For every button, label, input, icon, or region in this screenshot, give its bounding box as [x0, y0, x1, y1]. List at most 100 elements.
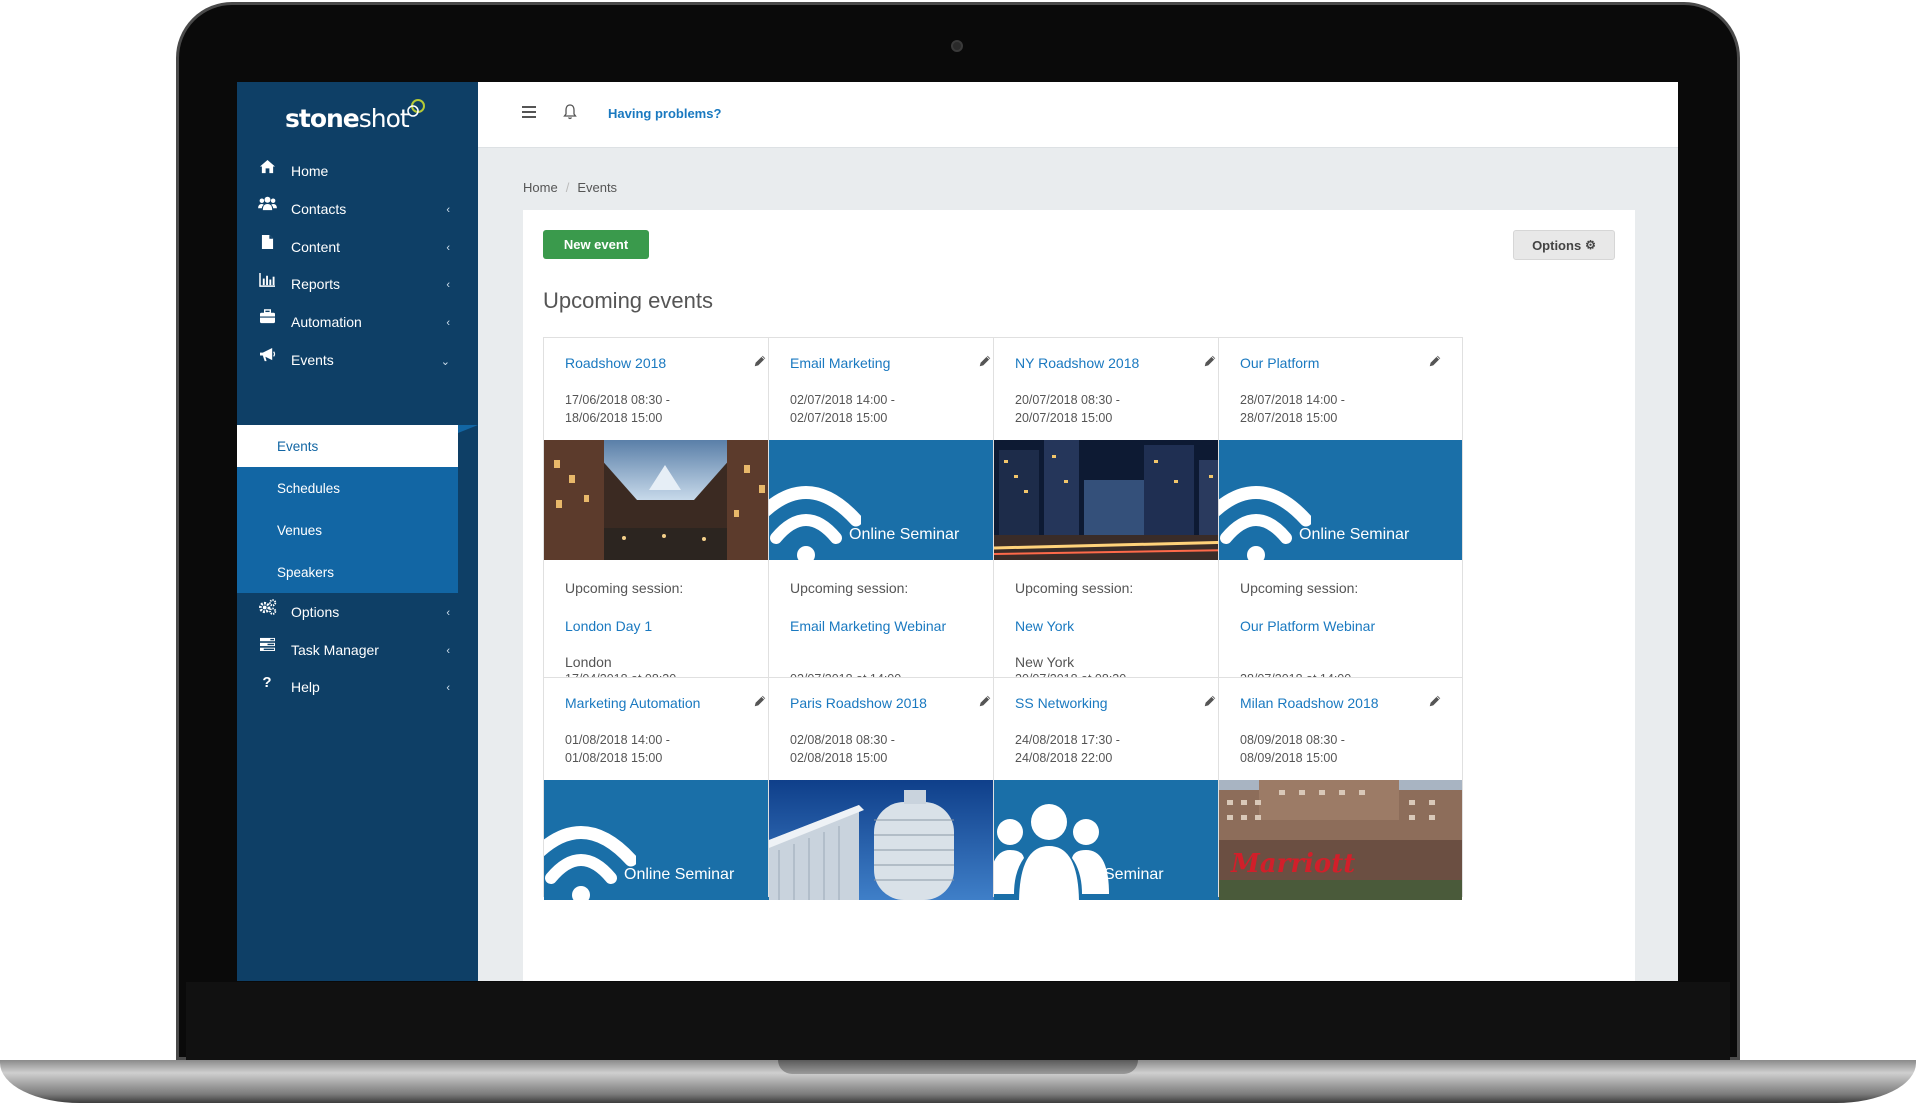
session-link[interactable]: London Day 1	[565, 618, 652, 634]
logo-rings-icon	[406, 99, 425, 117]
event-card: Our Platform 28/07/2018 14:00 -28/07/2018…	[1218, 337, 1463, 733]
sidebar-nav-lower: Options ‹ Task Manager ‹? Help ‹	[237, 593, 478, 706]
pencil-icon[interactable]	[978, 694, 994, 710]
breadcrumb-current: Events	[577, 180, 618, 195]
bell-icon[interactable]	[562, 103, 578, 121]
question-icon: ?	[262, 673, 272, 691]
event-image	[544, 440, 787, 560]
online-seminar-image: Online Seminar	[769, 440, 1012, 560]
event-dates: 02/08/2018 08:30 - 02/08/2018 15:00	[790, 731, 895, 767]
sidebar-item-task-manager[interactable]: Task Manager ‹	[237, 631, 478, 669]
event-title-link[interactable]: Marketing Automation	[565, 695, 700, 711]
sidebar-item-label: Task Manager	[291, 641, 379, 658]
event-card: Roadshow 2018 17/06/2018 08:30 - 18/06/201…	[543, 337, 788, 733]
pencil-icon[interactable]	[753, 694, 769, 710]
event-end: 02/08/2018 15:00	[790, 751, 888, 765]
chevron-left-icon: ‹	[446, 204, 450, 216]
event-start: 24/08/2018 17:30 -	[1015, 733, 1120, 747]
event-title-link[interactable]: Paris Roadshow 2018	[790, 695, 927, 711]
sidebar-item-content[interactable]: Content ‹	[237, 228, 478, 266]
sidebar-item-automation[interactable]: Automation ‹	[237, 303, 478, 341]
hotel-photo: Marriott	[1219, 780, 1462, 900]
session-location: London	[565, 654, 612, 670]
event-image: Online Seminar	[544, 780, 787, 900]
event-end: 18/06/2018 15:00	[565, 411, 663, 425]
event-title-link[interactable]: Email Marketing	[790, 355, 890, 371]
sidebar-item-contacts[interactable]: Contacts ‹	[237, 190, 478, 228]
event-end: 08/09/2018 15:00	[1240, 751, 1338, 765]
sidebar-item-home[interactable]: Home	[237, 152, 478, 190]
options-label: Options	[1532, 237, 1582, 253]
file-icon	[257, 233, 277, 251]
event-start: 08/09/2018 08:30 -	[1240, 733, 1345, 747]
subnav-item-schedules[interactable]: Schedules	[237, 467, 458, 509]
sidebar-item-label: Home	[291, 163, 329, 179]
tower-photo	[769, 780, 1012, 900]
subnav-item-speakers[interactable]: Speakers	[237, 551, 458, 593]
hamburger-menu-icon[interactable]	[522, 106, 536, 118]
event-start: 20/07/2018 08:30 -	[1015, 393, 1120, 407]
options-button[interactable]: Options ⚙	[1513, 230, 1615, 260]
event-image: Marriott	[1219, 780, 1462, 900]
event-start: 02/07/2018 14:00 -	[790, 393, 895, 407]
event-image: Online Seminar	[769, 440, 1012, 560]
new-event-button[interactable]: New event	[543, 230, 649, 259]
cogs-icon	[257, 598, 277, 616]
pencil-icon[interactable]	[1203, 354, 1219, 370]
pencil-icon[interactable]	[1428, 694, 1444, 710]
event-image	[994, 440, 1237, 560]
event-card: NY Roadshow 2018 20/07/2018 08:30 -20/07/…	[993, 337, 1238, 733]
event-end: 24/08/2018 22:00	[1015, 751, 1113, 765]
upcoming-session-label: Upcoming session:	[790, 580, 909, 596]
sidebar-item-help[interactable]: ? Help ‹	[237, 668, 478, 706]
event-end: 01/08/2018 15:00	[565, 751, 663, 765]
session-link[interactable]: New York	[1015, 618, 1074, 634]
laptop-chin	[186, 982, 1730, 1062]
sidebar-item-options[interactable]: Options ‹	[237, 593, 478, 631]
event-dates: 01/08/2018 14:00 - 01/08/2018 15:00	[565, 731, 670, 767]
online-seminar-image: Online Seminar	[544, 780, 787, 900]
chevron-left-icon: ‹	[446, 644, 450, 657]
event-title-link[interactable]: Our Platform	[1240, 355, 1319, 371]
laptop-frame: stone shot Home Contacts ‹ Content ‹ Reports ‹ A…	[0, 0, 1916, 1103]
sidebar: stone shot Home Contacts ‹ Content ‹ Reports ‹ A…	[237, 82, 478, 981]
sidebar-item-label: Content	[291, 238, 341, 255]
breadcrumb-home[interactable]: Home	[523, 180, 558, 195]
sidebar-item-label: Options	[291, 603, 340, 620]
event-title-link[interactable]: NY Roadshow 2018	[1015, 355, 1139, 371]
pencil-icon[interactable]	[1428, 354, 1444, 370]
event-dates: 24/08/2018 17:30 - 24/08/2018 22:00	[1015, 731, 1120, 767]
users-icon	[257, 195, 277, 213]
sidebar-item-events[interactable]: Events ⌄	[237, 341, 478, 379]
city-night-photo	[994, 440, 1237, 560]
event-start: 28/07/2018 14:00 -	[1240, 393, 1345, 407]
subnav-edge	[458, 425, 478, 593]
stoneshot-logo[interactable]: stone shot	[285, 98, 425, 138]
page-title: Upcoming events	[543, 288, 713, 313]
session-link[interactable]: Email Marketing Webinar	[790, 618, 946, 634]
chevron-left-icon: ‹	[446, 682, 450, 695]
session-link[interactable]: Our Platform Webinar	[1240, 618, 1375, 634]
sidebar-item-reports[interactable]: Reports ‹	[237, 265, 478, 303]
subnav-item-venues[interactable]: Venues	[237, 509, 458, 551]
event-title-link[interactable]: Roadshow 2018	[565, 355, 666, 371]
seminar-image: Seminar	[994, 780, 1237, 900]
online-seminar-image: Online Seminar	[1219, 440, 1462, 560]
pencil-icon[interactable]	[1203, 694, 1219, 710]
event-start: 17/06/2018 08:30 -	[565, 393, 670, 407]
pencil-icon[interactable]	[978, 354, 994, 370]
event-image: Online Seminar	[1219, 440, 1462, 560]
image-label: Seminar	[1104, 866, 1164, 883]
event-start: 01/08/2018 14:00 -	[565, 733, 670, 747]
having-problems-link[interactable]: Having problems?	[608, 106, 721, 121]
session-location: New York	[1015, 654, 1075, 670]
webcam	[951, 40, 963, 52]
event-image: Seminar	[994, 780, 1237, 900]
home-icon	[257, 157, 277, 175]
subnav-item-events[interactable]: Events	[237, 425, 458, 467]
event-title-link[interactable]: SS Networking	[1015, 695, 1108, 711]
pencil-icon[interactable]	[753, 354, 769, 370]
event-title-link[interactable]: Milan Roadshow 2018	[1240, 695, 1379, 711]
image-label: Online Seminar	[849, 526, 960, 543]
chevron-left-icon: ‹	[446, 607, 450, 619]
